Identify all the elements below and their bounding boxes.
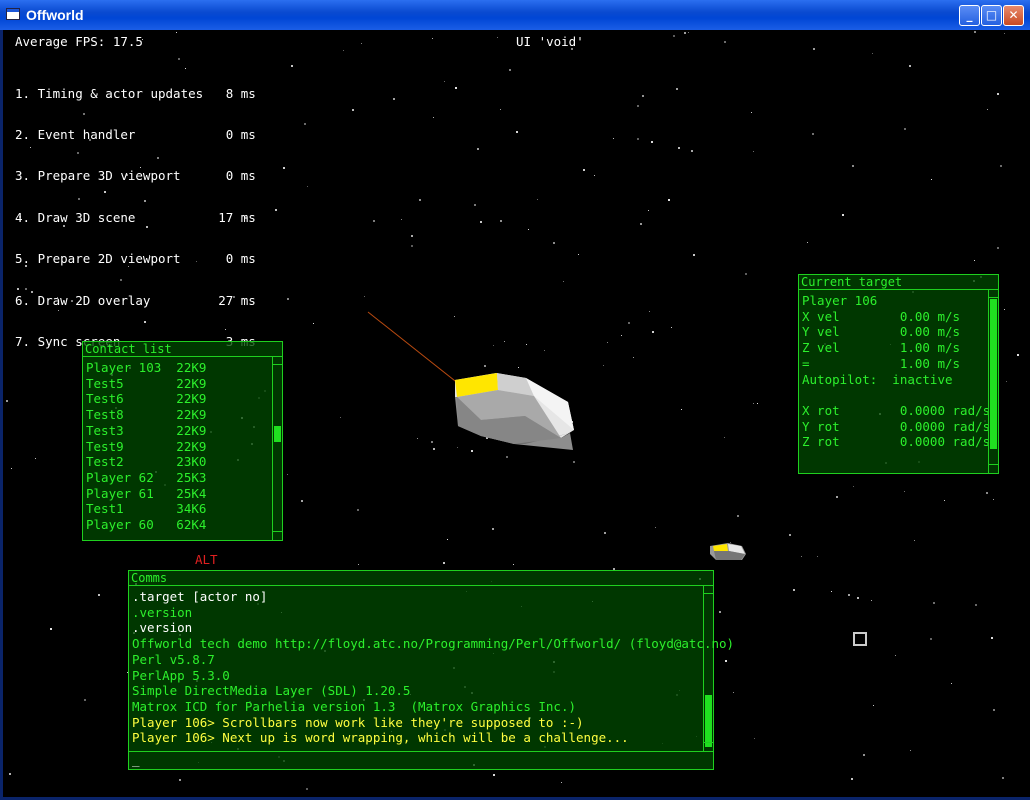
comms-line: Matrox ICD for Parhelia version 1.3 (Mat…	[132, 698, 577, 714]
close-button[interactable]: ✕	[1003, 5, 1024, 26]
maximize-button[interactable]: □	[981, 5, 1002, 26]
ship-main	[455, 373, 574, 450]
target-scrollbar[interactable]	[988, 289, 998, 473]
comms-title: Comms	[129, 571, 713, 586]
target-row: = 1.00 m/s	[802, 355, 961, 371]
target-row: ​	[802, 387, 998, 403]
comms-input[interactable]: _	[129, 751, 713, 769]
comms-panel[interactable]: Comms .target [actor no] .version .version…	[128, 570, 735, 770]
comms-line: Player 106> Scrollbars now work like the…	[132, 714, 584, 730]
window-title: Offworld	[26, 7, 84, 23]
contact-row[interactable]: Test5 22K9	[86, 376, 282, 392]
target-row: X vel 0.00 m/s	[802, 308, 961, 324]
comms-line: Perl v5.8.7	[132, 651, 215, 667]
comms-scrollbar[interactable]	[703, 585, 713, 751]
contact-row[interactable]: Player 62 25K3	[86, 470, 282, 486]
aim-line	[367, 311, 465, 389]
target-name: Player 106	[802, 293, 878, 308]
autopilot-status: Autopilot: inactive	[802, 371, 953, 387]
current-target-panel[interactable]: Current target Player 106 X vel 0.00 m/s…	[798, 274, 999, 474]
comms-line: Simple DirectMedia Layer (SDL) 1.20.5	[132, 683, 411, 699]
target-row: Z vel 1.00 m/s	[802, 340, 961, 356]
comms-log: .target [actor no] .version .version Offwor…	[129, 586, 735, 746]
contact-list-scrollbar[interactable]	[272, 356, 282, 540]
comms-line: Offworld tech demo http://floyd.atc.no/P…	[132, 636, 735, 652]
target-row: Y vel 0.00 m/s	[802, 324, 961, 340]
target-rows: Player 106 X vel 0.00 m/s Y vel 0.00 m/s…	[799, 290, 998, 450]
current-target-title: Current target	[799, 275, 998, 290]
comms-line: Player 106> Next up is word wrapping, wh…	[132, 730, 629, 746]
comms-input-value[interactable]: _	[132, 752, 140, 767]
contact-list-rows: Player 103 22K9 Test5 22K9 Test6 22K9 Te…	[83, 357, 282, 533]
target-row: Y rot 0.0000 rad/s	[802, 418, 991, 434]
contact-list-panel[interactable]: Contact list Player 103 22K9 Test5 22K9 …	[82, 341, 283, 541]
contact-row[interactable]: Test3 22K9	[86, 423, 282, 439]
target-row: Z rot 0.0000 rad/s	[802, 434, 991, 450]
cursor-box	[853, 632, 867, 646]
title-bar[interactable]: Offworld _ □ ✕	[0, 0, 1030, 30]
contact-row[interactable]: Player 61 25K4	[86, 486, 282, 502]
contact-row[interactable]: Test1 34K6	[86, 501, 282, 517]
contact-row[interactable]: Player 103 22K9	[86, 360, 282, 376]
scroll-down-arrow[interactable]	[704, 742, 713, 751]
target-row: X rot 0.0000 rad/s	[802, 402, 991, 418]
contact-row[interactable]: Test8 22K9	[86, 407, 282, 423]
app-window: Offworld _ □ ✕ Average FPS: 17.5 UI 'voi…	[0, 0, 1030, 800]
contact-row[interactable]: Player 60 62K4	[86, 517, 282, 533]
contact-row[interactable]: Test9 22K9	[86, 439, 282, 455]
window-app-icon	[6, 8, 20, 20]
ship-distant	[710, 543, 746, 560]
game-viewport[interactable]: Average FPS: 17.5 UI 'void' 1. Timing & …	[6, 30, 1030, 797]
scrollbar-thumb[interactable]	[274, 426, 281, 442]
minimize-button[interactable]: _	[959, 5, 980, 26]
scroll-up-arrow[interactable]	[704, 585, 713, 594]
alt-indicator: ALT	[195, 552, 218, 567]
scroll-down-arrow[interactable]	[273, 531, 282, 540]
contact-row[interactable]: Test6 22K9	[86, 391, 282, 407]
comms-line: .target [actor no]	[132, 589, 268, 604]
contact-list-title: Contact list	[83, 342, 282, 357]
scrollbar-thumb[interactable]	[990, 299, 997, 449]
comms-line: .version	[132, 620, 193, 636]
scroll-up-arrow[interactable]	[273, 356, 282, 365]
scroll-down-arrow[interactable]	[989, 464, 998, 473]
comms-line: PerlApp 5.3.0	[132, 667, 230, 683]
scroll-up-arrow[interactable]	[989, 289, 998, 298]
scrollbar-thumb[interactable]	[705, 695, 712, 747]
comms-line: .version	[132, 604, 193, 620]
contact-row[interactable]: Test2 23K0	[86, 454, 282, 470]
